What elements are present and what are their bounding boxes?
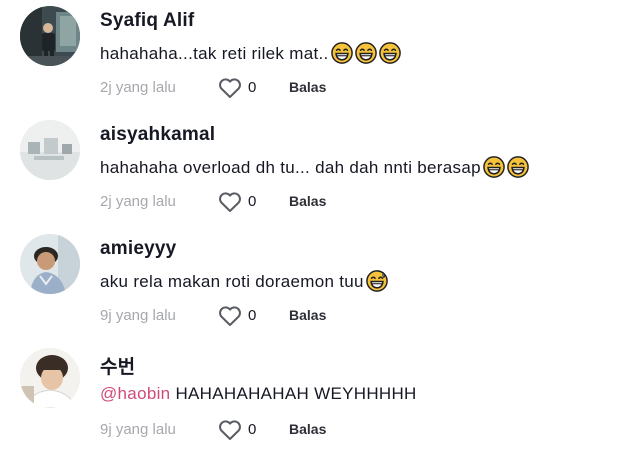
comment-item: amieyyy aku rela makan roti doraemon tuu…: [0, 228, 636, 342]
grinning-sweat-face-icon: [483, 156, 505, 178]
comment-username[interactable]: Syafiq Alif: [100, 10, 194, 32]
comment-meta: 2j yang lalu 0 Balas: [100, 77, 460, 99]
comment-text: hahahaha overload dh tu... dah dah nnti …: [100, 156, 529, 178]
like-count: 0: [248, 421, 257, 438]
comment-timestamp: 9j yang lalu: [100, 421, 176, 438]
comment-username[interactable]: 수번: [100, 352, 135, 379]
grinning-sweat-face-icon: [354, 42, 377, 64]
reply-button[interactable]: Balas: [289, 193, 326, 209]
comment-text: @haobin HAHAHAHAHAH WEYHHHHH: [100, 384, 417, 404]
comment-meta: 2j yang lalu 0 Balas: [100, 191, 460, 213]
grinning-sweat-face-icon: [378, 42, 401, 64]
comment-text: aku rela makan roti doraemon tuu: [100, 270, 388, 292]
reply-button[interactable]: Balas: [289, 421, 326, 437]
comment-body: hahahaha overload dh tu... dah dah nnti …: [100, 158, 481, 177]
avatar[interactable]: [20, 120, 80, 180]
comment-item: aisyahkamal hahahaha overload dh tu... d…: [0, 114, 636, 228]
comment-meta: 9j yang lalu 0 Balas: [100, 305, 460, 327]
like-count: 0: [248, 307, 257, 324]
heart-outline-icon[interactable]: [218, 77, 242, 99]
comment-timestamp: 9j yang lalu: [100, 307, 176, 324]
heart-outline-icon[interactable]: [218, 191, 242, 213]
avatar[interactable]: [20, 234, 80, 294]
avatar[interactable]: [20, 348, 80, 408]
comment-username[interactable]: aisyahkamal: [100, 124, 215, 146]
comment-body: HAHAHAHAHAH WEYHHHHH: [170, 384, 417, 403]
comment-username[interactable]: amieyyy: [100, 238, 176, 260]
avatar[interactable]: [20, 6, 80, 66]
comment-text: hahahaha...tak reti rilek mat..: [100, 42, 401, 64]
grinning-sweat-face-icon: [365, 270, 388, 292]
grinning-sweat-face-icon: [507, 156, 529, 178]
reply-button[interactable]: Balas: [289, 79, 326, 95]
comment-item: 수번 @haobin HAHAHAHAHAH WEYHHHHH 9j yang …: [0, 342, 636, 456]
like-count: 0: [248, 79, 257, 96]
comment-timestamp: 2j yang lalu: [100, 193, 176, 210]
heart-outline-icon[interactable]: [218, 305, 242, 327]
comment-body: aku rela makan roti doraemon tuu: [100, 272, 364, 291]
grinning-sweat-face-icon: [330, 42, 353, 64]
comment-item: Syafiq Alif hahahaha...tak reti rilek ma…: [0, 0, 636, 114]
heart-outline-icon[interactable]: [218, 419, 242, 441]
comment-body: hahahaha...tak reti rilek mat..: [100, 44, 329, 63]
reply-button[interactable]: Balas: [289, 307, 326, 323]
user-mention-link[interactable]: @haobin: [100, 384, 170, 403]
comment-meta: 9j yang lalu 0 Balas: [100, 419, 460, 441]
like-count: 0: [248, 193, 257, 210]
comment-timestamp: 2j yang lalu: [100, 79, 176, 96]
